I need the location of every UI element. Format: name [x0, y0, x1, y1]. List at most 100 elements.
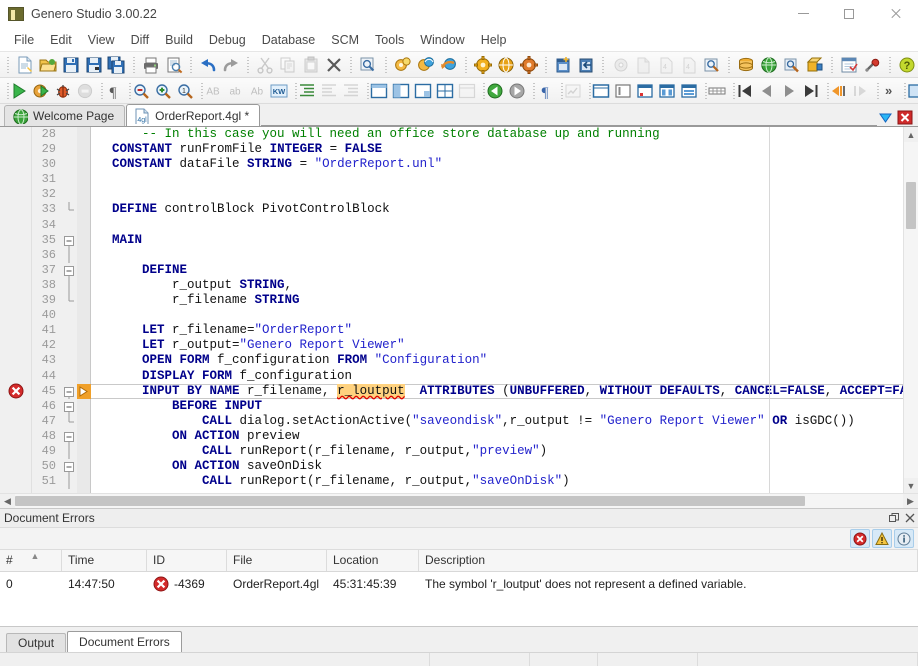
errors-column-header[interactable]: ID: [147, 550, 227, 571]
editor-marker-column[interactable]: [0, 127, 32, 493]
toolbar-grip[interactable]: [383, 56, 389, 74]
import-icon[interactable]: [576, 54, 597, 76]
toolbar-grip[interactable]: [543, 56, 549, 74]
debug-bug-icon[interactable]: [53, 80, 73, 102]
scroll-left-button[interactable]: ◀: [0, 494, 15, 509]
fold-toggle[interactable]: [62, 233, 77, 248]
editor-tab-orderreport[interactable]: 4glOrderReport.4gl *: [126, 104, 260, 126]
undo-icon[interactable]: [198, 54, 219, 76]
help-icon[interactable]: ?: [896, 54, 917, 76]
fold-end[interactable]: [62, 293, 77, 308]
menu-item-scm[interactable]: SCM: [323, 30, 367, 50]
errors-column-header[interactable]: #▲: [0, 550, 62, 571]
fold-toggle[interactable]: [62, 459, 77, 474]
toolbar-grip[interactable]: [600, 56, 606, 74]
code-line[interactable]: MAIN: [97, 233, 903, 248]
menu-item-build[interactable]: Build: [157, 30, 201, 50]
toolbar-grip[interactable]: [726, 56, 732, 74]
fold-toggle[interactable]: [62, 399, 77, 414]
database-stack-icon[interactable]: [736, 54, 757, 76]
code-line[interactable]: CONSTANT runFromFile INTEGER = FALSE: [97, 142, 903, 157]
code-line[interactable]: LET r_output="Genero Report Viewer": [97, 338, 903, 353]
code-line[interactable]: CALL runReport(r_filename, r_output,"pre…: [97, 444, 903, 459]
window-float-icon[interactable]: [413, 80, 433, 102]
view-table-icon[interactable]: [707, 80, 727, 102]
append-record-icon[interactable]: [829, 80, 849, 102]
error-row[interactable]: 014:47:50-4369OrderReport.4gl45:31:45:39…: [0, 572, 918, 596]
save-icon[interactable]: [60, 54, 81, 76]
filter-info-button[interactable]: [894, 529, 914, 548]
toolbar-grip[interactable]: [5, 56, 11, 74]
zoom-reset-icon[interactable]: 1: [175, 80, 195, 102]
line-error-marker[interactable]: [0, 383, 31, 398]
panel-toggle-icon[interactable]: [906, 80, 918, 102]
code-line[interactable]: [97, 218, 903, 233]
errors-column-header[interactable]: Time: [62, 550, 147, 571]
fold-toggle[interactable]: [62, 429, 77, 444]
code-line[interactable]: CALL dialog.setActionActive("saveondisk"…: [97, 414, 903, 429]
fold-line[interactable]: [62, 444, 77, 459]
bottom-tab-output[interactable]: Output: [6, 633, 66, 652]
build-icon[interactable]: [415, 54, 436, 76]
close-button[interactable]: [872, 0, 918, 28]
run-config-icon[interactable]: [31, 80, 51, 102]
run-icon[interactable]: [9, 80, 29, 102]
code-line[interactable]: -- In this case you will need an office …: [97, 127, 903, 142]
editor-bookmark-column[interactable]: [77, 127, 91, 493]
menu-item-file[interactable]: File: [6, 30, 42, 50]
fold-line[interactable]: [62, 474, 77, 489]
scroll-down-button[interactable]: ▼: [904, 478, 918, 493]
toolbar-grip[interactable]: [829, 56, 835, 74]
view-plain-icon[interactable]: [591, 80, 611, 102]
toolbar-grip[interactable]: [463, 56, 469, 74]
execute-globe-icon[interactable]: [496, 54, 517, 76]
maximize-button[interactable]: [826, 0, 872, 28]
errors-column-header[interactable]: Location: [327, 550, 419, 571]
last-record-icon[interactable]: [801, 80, 821, 102]
editor-horizontal-scrollbar[interactable]: ◀ ▶: [0, 493, 918, 508]
code-line[interactable]: OPEN FORM f_configuration FROM "Configur…: [97, 353, 903, 368]
fold-end[interactable]: [62, 202, 77, 217]
new-window-icon[interactable]: [553, 54, 574, 76]
tab-list-dropdown-icon[interactable]: [877, 110, 894, 125]
code-line[interactable]: [97, 172, 903, 187]
close-panel-icon[interactable]: [902, 510, 918, 526]
editor-text-area[interactable]: -- In this case you will need an office …: [91, 127, 903, 493]
forward-icon[interactable]: [507, 80, 527, 102]
code-line[interactable]: ON ACTION preview: [97, 429, 903, 444]
find-icon[interactable]: [358, 54, 379, 76]
stop-gear-icon[interactable]: [518, 54, 539, 76]
editor-tab-welcome[interactable]: Welcome Page: [4, 105, 125, 126]
open-file-icon[interactable]: [37, 54, 58, 76]
first-record-icon[interactable]: [735, 80, 755, 102]
code-line[interactable]: DEFINE controlBlock PivotControlBlock: [97, 202, 903, 217]
view-columns-icon[interactable]: [657, 80, 677, 102]
toolbar-grip[interactable]: [131, 56, 137, 74]
pilcrow-icon[interactable]: ¶: [103, 80, 123, 102]
hscroll-thumb[interactable]: [15, 496, 805, 506]
view-stack-icon[interactable]: [679, 80, 699, 102]
errors-column-header[interactable]: Description: [419, 550, 918, 571]
toolbar-grip[interactable]: [887, 56, 893, 74]
redo-icon[interactable]: [221, 54, 242, 76]
toolbar-grip[interactable]: [348, 56, 354, 74]
print-preview-icon[interactable]: [163, 54, 184, 76]
hscroll-track[interactable]: [15, 494, 903, 508]
toolbar-grip[interactable]: [188, 56, 194, 74]
fold-line[interactable]: [62, 248, 77, 263]
float-panel-icon[interactable]: [886, 510, 902, 526]
editor-fold-column[interactable]: [62, 127, 77, 493]
rebuild-icon[interactable]: [438, 54, 459, 76]
green-globe-icon[interactable]: [759, 54, 780, 76]
toolbar-grip[interactable]: [245, 56, 251, 74]
save-as-icon[interactable]: [83, 54, 104, 76]
editor-vertical-scrollbar[interactable]: ▲ ▼: [903, 127, 918, 493]
code-line[interactable]: r_output STRING,: [97, 278, 903, 293]
prev-record-icon[interactable]: [757, 80, 777, 102]
execute-gear-icon[interactable]: [473, 54, 494, 76]
code-line[interactable]: [97, 308, 903, 323]
view-info-icon[interactable]: [613, 80, 633, 102]
save-all-icon[interactable]: [106, 54, 127, 76]
errors-column-header[interactable]: File: [227, 550, 327, 571]
indent-icon[interactable]: [297, 80, 317, 102]
